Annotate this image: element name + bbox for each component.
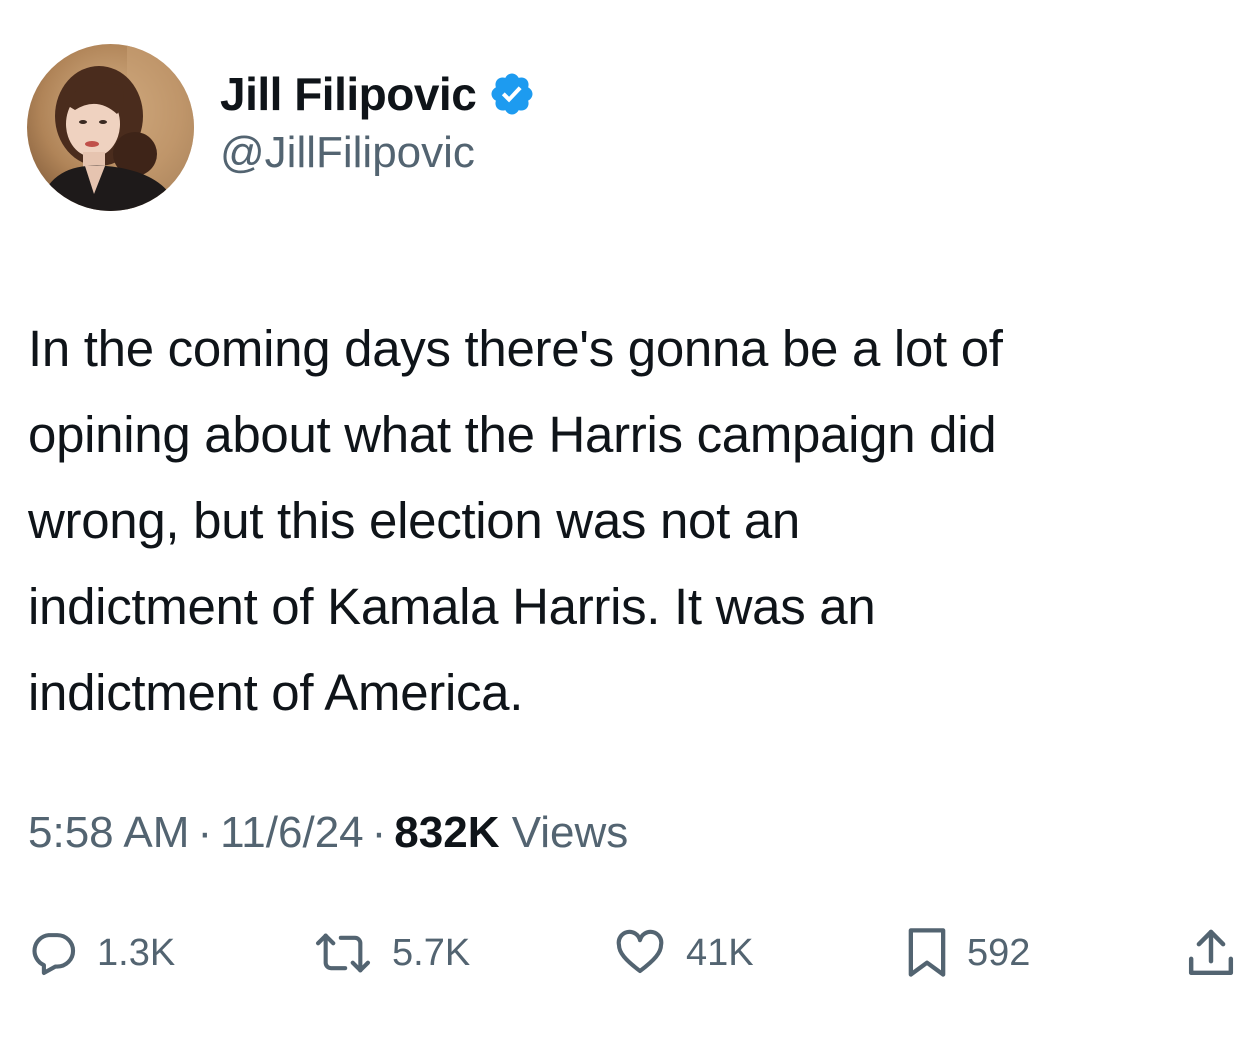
like-button[interactable]: 41K	[612, 918, 754, 988]
author-handle[interactable]: @JillFilipovic	[220, 128, 536, 178]
repost-arrows-icon	[316, 933, 370, 973]
tweet-time[interactable]: 5:58 AM	[28, 808, 189, 857]
verified-badge-icon[interactable]	[488, 70, 536, 118]
tweet-meta: 5:58 AM · 11/6/24 · 832K Views	[28, 808, 628, 858]
tweet-date[interactable]: 11/6/24	[220, 808, 364, 857]
avatar[interactable]	[27, 44, 194, 211]
reply-button[interactable]: 1.3K	[27, 918, 175, 988]
heart-icon	[616, 929, 664, 974]
repost-count: 5.7K	[392, 931, 471, 974]
repost-button[interactable]: 5.7K	[312, 918, 470, 988]
bookmark-icon	[908, 928, 946, 977]
bookmark-button[interactable]: 592	[905, 918, 1030, 988]
speech-bubble-icon	[32, 933, 76, 975]
author-info: Jill Filipovic @JillFilipovic	[220, 62, 536, 178]
like-count: 41K	[686, 931, 754, 974]
author-display-name[interactable]: Jill Filipovic	[220, 67, 477, 121]
share-button[interactable]	[1183, 918, 1239, 988]
views-count: 832K	[394, 808, 500, 857]
reply-count: 1.3K	[97, 931, 176, 974]
meta-separator: ·	[197, 808, 213, 857]
views-label: Views	[511, 808, 629, 857]
tweet-text: In the coming days there's gonna be a lo…	[28, 320, 1003, 721]
avatar-photo	[27, 44, 194, 211]
meta-separator: ·	[371, 808, 387, 857]
bookmark-count: 592	[967, 931, 1031, 974]
share-upload-icon	[1188, 929, 1234, 976]
action-bar: 1.3K 5.7K 41K 592	[0, 918, 1258, 988]
